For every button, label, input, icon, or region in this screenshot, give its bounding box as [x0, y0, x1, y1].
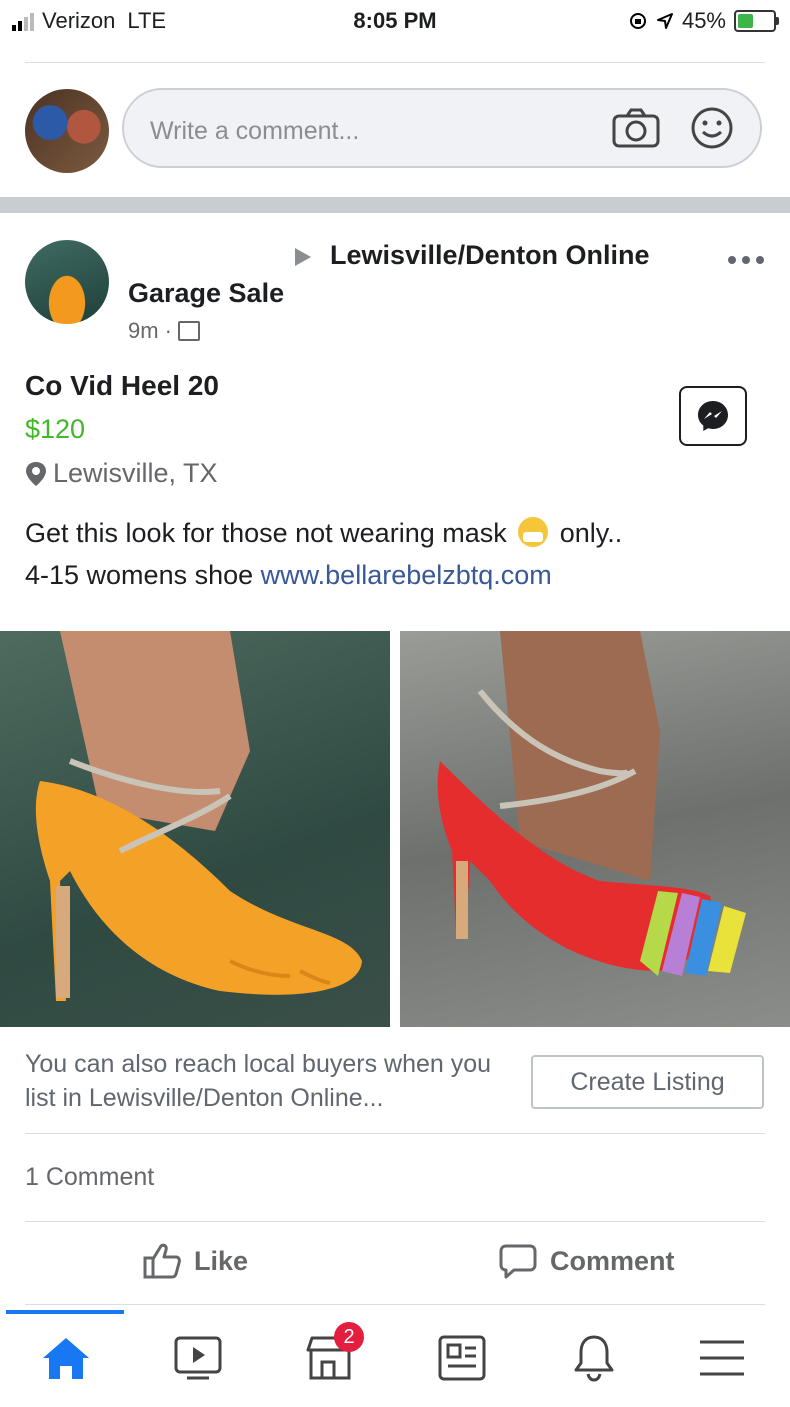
post-text-part: 4-15 womens shoe: [25, 560, 254, 590]
menu-icon: [700, 1340, 744, 1376]
user-avatar[interactable]: [25, 89, 109, 173]
listing-title: Co Vid Heel 20: [25, 370, 220, 401]
comment-label: Comment: [550, 1245, 675, 1276]
tab-home[interactable]: [26, 1328, 106, 1388]
post-meta: 9m ·: [128, 318, 200, 344]
location-arrow-icon: [656, 13, 673, 29]
section-separator: [0, 197, 790, 213]
comment-composer: Write a comment...: [0, 86, 790, 176]
promo-text: You can also reach local buyers when you…: [25, 1050, 492, 1112]
divider: [25, 1133, 765, 1134]
group-privacy-icon: [177, 321, 200, 341]
news-icon: [438, 1335, 486, 1381]
more-options-icon[interactable]: [724, 250, 768, 270]
meta-separator: ·: [164, 318, 172, 343]
post-text-part: Get this look for those not wearing mask: [25, 518, 507, 548]
comment-bubble-icon: [499, 1244, 537, 1279]
post-text-line-2: 4-15 womens shoe www.bellarebelzbtq.com: [25, 554, 765, 596]
tab-notifications[interactable]: [554, 1328, 634, 1388]
like-label: Like: [194, 1245, 249, 1276]
author-avatar[interactable]: [25, 240, 109, 324]
mask-face-emoji-icon: [518, 517, 549, 547]
orange-heel-image: [35, 631, 363, 1001]
messenger-icon: [698, 401, 728, 431]
comment-placeholder: Write a comment...: [150, 117, 360, 145]
divider: [25, 62, 765, 63]
post-text-line-1: Get this look for those not wearing mask…: [25, 512, 765, 554]
active-tab-indicator: [6, 1310, 124, 1314]
external-link[interactable]: www.bellarebelzbtq.com: [261, 560, 552, 590]
author-name-link[interactable]: Garage Sale: [128, 278, 284, 309]
location-label: Lewisville, TX: [53, 458, 218, 488]
location-pin-icon: [26, 461, 46, 486]
comment-count-link[interactable]: 1 Comment: [25, 1163, 154, 1192]
tab-watch[interactable]: [158, 1328, 238, 1388]
message-seller-button[interactable]: [679, 386, 747, 446]
status-right: 45%: [628, 8, 779, 34]
comment-input[interactable]: Write a comment...: [122, 88, 762, 168]
post-time[interactable]: 9m: [128, 318, 159, 344]
divider: [25, 1304, 765, 1305]
comment-button[interactable]: Comment: [498, 1242, 675, 1280]
battery-fill: [738, 14, 753, 28]
listing-price: $120: [25, 414, 86, 444]
listing-location: Lewisville, TX: [25, 458, 218, 489]
tab-menu[interactable]: [682, 1328, 762, 1388]
camera-icon[interactable]: [612, 108, 660, 148]
watch-icon: [174, 1336, 222, 1380]
emoji-icon[interactable]: [690, 106, 734, 150]
divider: [25, 1221, 765, 1222]
battery-percent: 45%: [681, 8, 726, 33]
arrow-right-icon: [295, 248, 311, 266]
orientation-lock-icon: [629, 13, 646, 29]
bell-icon: [574, 1335, 614, 1382]
listing-photo-1[interactable]: [0, 631, 390, 1027]
like-button[interactable]: Like: [142, 1242, 248, 1280]
thumbs-up-icon: [143, 1243, 181, 1279]
tab-news[interactable]: [422, 1328, 502, 1388]
notification-badge: 2: [334, 1322, 364, 1352]
home-icon: [43, 1338, 89, 1379]
tab-marketplace[interactable]: 2: [290, 1322, 370, 1388]
post-text-part: only..: [559, 518, 623, 548]
post-body: Get this look for those not wearing mask…: [25, 512, 765, 596]
battery-icon: [734, 10, 779, 32]
red-heel-image: [437, 631, 746, 976]
listing-photo-2[interactable]: [400, 631, 790, 1027]
create-listing-button[interactable]: Create Listing: [531, 1055, 764, 1109]
status-bar: Verizon LTE 8:05 PM 45%: [0, 0, 790, 44]
group-name-link[interactable]: Lewisville/Denton Online: [330, 240, 650, 271]
bottom-tab-bar: 2: [0, 1310, 790, 1407]
